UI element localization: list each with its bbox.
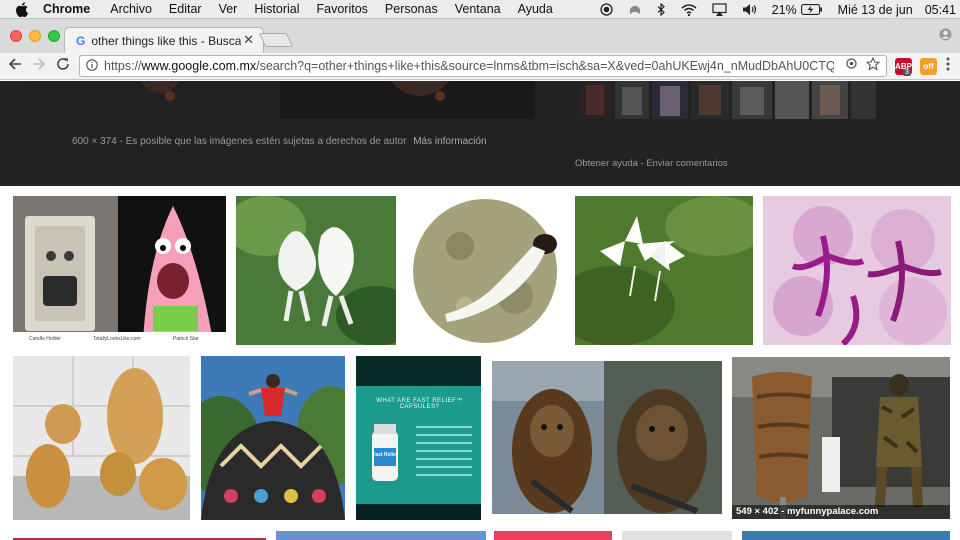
caption-candle-holder: Candle Holder bbox=[29, 336, 61, 342]
result-tile-orchid-1[interactable] bbox=[236, 196, 396, 345]
menu-archivo[interactable]: Archivo bbox=[110, 2, 152, 16]
dome-house-statue-image bbox=[201, 356, 345, 520]
funny-potatoes-image bbox=[13, 356, 190, 520]
menu-favoritos[interactable]: Favoritos bbox=[317, 2, 368, 16]
address-bar[interactable]: https://www.google.com.mx/search?q=other… bbox=[79, 55, 887, 77]
result-tile-candle-patrick[interactable]: Candle Holder TotallyLooksLike.com Patri… bbox=[13, 196, 226, 345]
address-url[interactable]: https://www.google.com.mx/search?q=other… bbox=[104, 59, 834, 73]
more-info-link[interactable]: Más información bbox=[413, 136, 486, 147]
result-tile-row3-4[interactable] bbox=[622, 531, 732, 540]
wifi-icon[interactable] bbox=[681, 3, 697, 16]
fast-relief-heading: WHAT ARE FAST RELIEF™ CAPSULES? bbox=[376, 398, 463, 410]
volume-icon[interactable] bbox=[742, 3, 757, 16]
adblock-badge: 3 bbox=[903, 69, 911, 76]
window-close-button[interactable] bbox=[10, 30, 22, 42]
gamepad-icon[interactable] bbox=[628, 3, 642, 16]
new-tab-button[interactable] bbox=[258, 33, 294, 47]
tab-google-search[interactable]: G other things like this - Buscar con Go… bbox=[64, 27, 264, 53]
image-size-overlay: 549 × 402 - myfunnypalace.com bbox=[732, 505, 950, 519]
location-target-icon[interactable] bbox=[845, 57, 858, 73]
result-tile-orchid-2[interactable] bbox=[575, 196, 753, 345]
profile-avatar-icon[interactable] bbox=[939, 28, 952, 46]
get-help-link[interactable]: Obtener ayuda bbox=[575, 158, 638, 169]
copyright-notice: Es posible que las imágenes estén sujeta… bbox=[125, 136, 407, 147]
result-tile-monkey-orchid[interactable] bbox=[763, 196, 951, 345]
menu-ver[interactable]: Ver bbox=[219, 2, 238, 16]
help-line: Obtener ayuda - Enviar comentarios bbox=[575, 158, 728, 169]
back-arrow-icon[interactable] bbox=[8, 57, 22, 76]
fast-relief-ad-image bbox=[356, 356, 481, 520]
result-tile-dome-house[interactable] bbox=[201, 356, 345, 520]
menu-ayuda[interactable]: Ayuda bbox=[518, 2, 553, 16]
menu-app-name[interactable]: Chrome bbox=[43, 2, 90, 16]
clock-time[interactable]: 05:41 bbox=[925, 3, 956, 17]
clock-date[interactable]: Mié 13 de jun bbox=[838, 3, 913, 17]
info-separator: - bbox=[119, 136, 123, 147]
result-tile-row3-2[interactable] bbox=[276, 531, 486, 540]
moon-sleeping-girl-image bbox=[405, 196, 564, 345]
preview-large-image[interactable] bbox=[30, 81, 535, 119]
related-thumbnails-strip[interactable] bbox=[578, 81, 876, 119]
image-info-line: 600 × 374 - Es posible que las imágenes … bbox=[72, 136, 487, 147]
image-dimensions: 600 × 374 bbox=[72, 136, 117, 147]
candle-patrick-image bbox=[13, 196, 226, 345]
result-tile-chewbacca[interactable] bbox=[492, 361, 722, 514]
google-favicon-icon: G bbox=[76, 33, 86, 48]
reload-icon[interactable] bbox=[56, 57, 70, 76]
battery-percent: 21% bbox=[771, 2, 797, 17]
menu-editar[interactable]: Editar bbox=[169, 2, 202, 16]
record-icon[interactable] bbox=[599, 3, 613, 16]
result-tile-moon-girl[interactable] bbox=[405, 196, 564, 345]
apple-logo-icon[interactable] bbox=[15, 1, 29, 17]
menu-ventana[interactable]: Ventana bbox=[455, 2, 501, 16]
site-info-icon[interactable] bbox=[86, 58, 98, 74]
white-orchid-image bbox=[236, 196, 396, 345]
menu-personas[interactable]: Personas bbox=[385, 2, 438, 16]
chewbacca-comparison-image bbox=[492, 361, 722, 514]
chrome-menu-icon[interactable] bbox=[946, 57, 950, 76]
tab-close-icon[interactable]: ✕ bbox=[243, 32, 254, 48]
off-extension-icon[interactable]: off bbox=[920, 58, 937, 75]
result-tile-row3-3[interactable] bbox=[494, 531, 612, 540]
result-tile-potatoes[interactable] bbox=[13, 356, 190, 520]
menu-historial[interactable]: Historial bbox=[254, 2, 299, 16]
bluetooth-icon[interactable] bbox=[657, 3, 666, 16]
monkey-orchid-image bbox=[763, 196, 951, 345]
kebab-camouflage-image bbox=[732, 357, 950, 519]
window-zoom-button[interactable] bbox=[48, 30, 60, 42]
send-feedback-link[interactable]: Enviar comentarios bbox=[646, 158, 727, 169]
window-minimize-button[interactable] bbox=[29, 30, 41, 42]
help-separator: - bbox=[640, 158, 644, 169]
result-tile-fast-relief[interactable]: WHAT ARE FAST RELIEF™ CAPSULES? Fast Rel… bbox=[356, 356, 481, 520]
caption-site: TotallyLooksLike.com bbox=[93, 336, 141, 342]
result-tile-row3-5[interactable] bbox=[742, 531, 950, 540]
caption-patrick: Patrick Star bbox=[173, 336, 199, 342]
airplay-icon[interactable] bbox=[712, 3, 727, 16]
result-tile-kebab[interactable] bbox=[732, 357, 950, 519]
forward-arrow-icon[interactable] bbox=[32, 57, 46, 76]
fast-relief-bottle-label: Fast Relief bbox=[372, 452, 398, 458]
tab-title: other things like this - Buscar con Goog… bbox=[91, 33, 242, 48]
off-extension-label: off bbox=[923, 62, 934, 71]
battery-charging-icon[interactable] bbox=[800, 4, 823, 15]
white-orchid-green-image bbox=[575, 196, 753, 345]
mac-menubar: Chrome Archivo Editar Ver Historial Favo… bbox=[0, 0, 960, 19]
bookmark-star-icon[interactable] bbox=[865, 56, 881, 75]
